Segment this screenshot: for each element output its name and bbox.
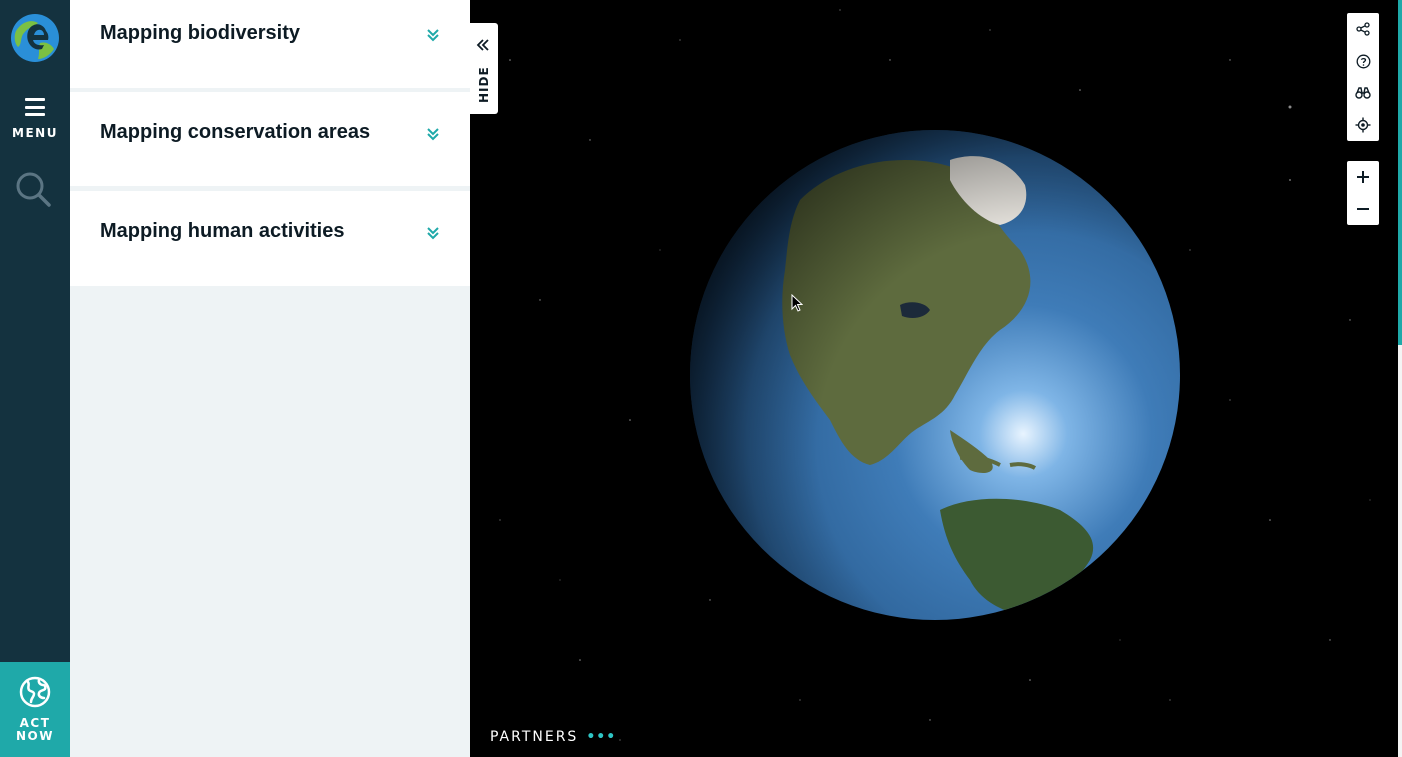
hide-panel-button[interactable]: HIDE <box>470 23 498 114</box>
share-icon[interactable] <box>1347 13 1379 45</box>
section-mapping-biodiversity[interactable]: Mapping biodiversity <box>70 0 470 88</box>
act-now-button[interactable]: ACT NOW <box>0 662 70 757</box>
mouse-cursor-icon <box>791 294 803 312</box>
double-chevron-down-icon <box>427 29 439 42</box>
section-title: Mapping biodiversity <box>100 22 301 44</box>
more-dots-icon: ••• <box>586 729 617 745</box>
hide-label: HIDE <box>477 66 491 104</box>
zoom-out-icon[interactable] <box>1347 193 1379 225</box>
double-chevron-down-icon <box>427 227 439 240</box>
menu-label: MENU <box>12 126 58 140</box>
double-chevron-left-icon <box>476 39 489 51</box>
menu-button[interactable]: MENU <box>0 92 70 148</box>
hamburger-icon <box>25 98 45 116</box>
map-tools <box>1347 13 1379 141</box>
globe-icon <box>19 676 51 708</box>
earth-e-logo-icon[interactable] <box>10 13 60 63</box>
section-mapping-human-activities[interactable]: Mapping human activities <box>70 191 470 286</box>
zoom-controls <box>1347 161 1379 225</box>
section-mapping-conservation-areas[interactable]: Mapping conservation areas <box>70 92 470 186</box>
scrollbar-thumb[interactable] <box>1398 0 1402 345</box>
zoom-in-icon[interactable] <box>1347 161 1379 193</box>
globe-map[interactable] <box>470 0 1400 757</box>
nav-rail: MENU ACT NOW <box>0 0 70 757</box>
partners-label: PARTNERS <box>490 729 579 745</box>
act-now-label: ACT NOW <box>16 716 54 743</box>
binoculars-icon[interactable] <box>1347 77 1379 109</box>
search-icon[interactable] <box>14 170 52 208</box>
double-chevron-down-icon <box>427 128 439 141</box>
earth-globe[interactable] <box>690 130 1180 620</box>
locate-icon[interactable] <box>1347 109 1379 141</box>
help-icon[interactable] <box>1347 45 1379 77</box>
section-title: Mapping conservation areas <box>100 121 371 143</box>
sidebar-panel: Mapping biodiversity Mapping conservatio… <box>70 0 470 757</box>
partners-button[interactable]: PARTNERS ••• <box>490 729 616 745</box>
section-title: Mapping human activities <box>100 220 345 242</box>
